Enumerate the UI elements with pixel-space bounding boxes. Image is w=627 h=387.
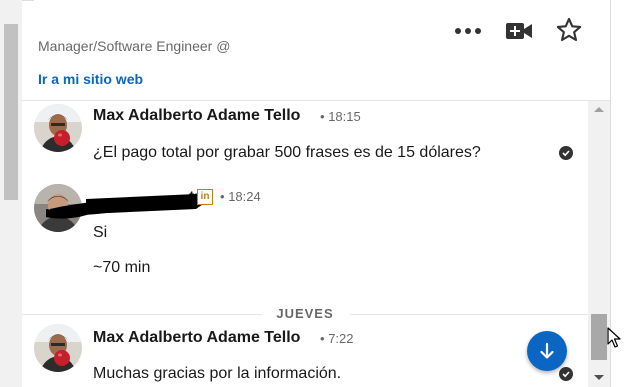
message-time: 18:15	[328, 109, 361, 124]
sender-name[interactable]: Max Adalberto Adame Tello	[93, 329, 300, 347]
redaction-arrow	[42, 194, 206, 219]
read-receipt	[559, 367, 573, 381]
more-options-button[interactable]	[452, 15, 484, 47]
separator-dot: •	[220, 189, 225, 204]
website-link[interactable]: Ir a mi sitio web	[38, 71, 143, 87]
avatar-photo	[34, 104, 82, 152]
star-button[interactable]	[553, 14, 585, 46]
outer-scrollbar-thumb[interactable]	[4, 24, 18, 200]
day-divider: JUEVES	[22, 304, 588, 324]
message-text: Muchas gracias por la información.	[93, 365, 342, 382]
conversation-header: Manager/Software Engineer @ Ir a mi siti…	[22, 0, 610, 101]
sender-name[interactable]: Max Adalberto Adame Tello	[93, 107, 300, 125]
arrow-down-icon	[540, 342, 554, 359]
headline-redaction	[240, 34, 420, 58]
message-time: 18:24	[228, 189, 261, 204]
avatar[interactable]	[34, 324, 82, 372]
message-meta: • 18:15	[320, 109, 361, 124]
more-options-icon	[455, 28, 481, 34]
star-icon	[556, 17, 582, 42]
day-label: JUEVES	[276, 306, 334, 321]
message-text: ~70 min	[93, 259, 151, 276]
message-list-scrollbar-thumb[interactable]	[591, 314, 607, 360]
messaging-window: Manager/Software Engineer @ Ir a mi siti…	[0, 0, 627, 387]
outer-scrollbar[interactable]	[0, 0, 23, 387]
message-text: ¿El pago total por grabar 500 frases es …	[93, 144, 481, 161]
linkedin-badge-label: in	[200, 191, 210, 202]
checkmark-icon	[562, 150, 570, 157]
linkedin-badge-icon: in	[197, 189, 213, 205]
header-divider	[22, 0, 34, 1]
message-meta: • 7:22	[320, 331, 354, 346]
avatar[interactable]	[34, 104, 82, 152]
jump-to-latest-button[interactable]	[527, 331, 567, 371]
checkmark-icon	[562, 371, 570, 378]
message-meta: • 18:24	[220, 189, 261, 204]
video-call-button[interactable]	[503, 15, 535, 47]
conversation-panel: Manager/Software Engineer @ Ir a mi siti…	[22, 0, 611, 387]
message-text: Si	[93, 224, 108, 241]
video-call-icon	[506, 23, 532, 39]
profile-headline: Manager/Software Engineer @	[38, 38, 231, 54]
scroll-up-arrow-icon[interactable]	[594, 107, 604, 112]
avatar-photo	[34, 324, 82, 372]
mouse-cursor-icon	[607, 327, 621, 348]
scroll-down-arrow-icon[interactable]	[594, 375, 604, 380]
separator-dot: •	[320, 109, 325, 124]
message-list[interactable]: Max Adalberto Adame Tello • 18:15 ¿El pa…	[22, 101, 610, 387]
redaction-mark	[42, 189, 206, 229]
read-receipt	[559, 146, 573, 160]
separator-dot: •	[320, 331, 325, 346]
message-time: 7:22	[328, 331, 354, 346]
